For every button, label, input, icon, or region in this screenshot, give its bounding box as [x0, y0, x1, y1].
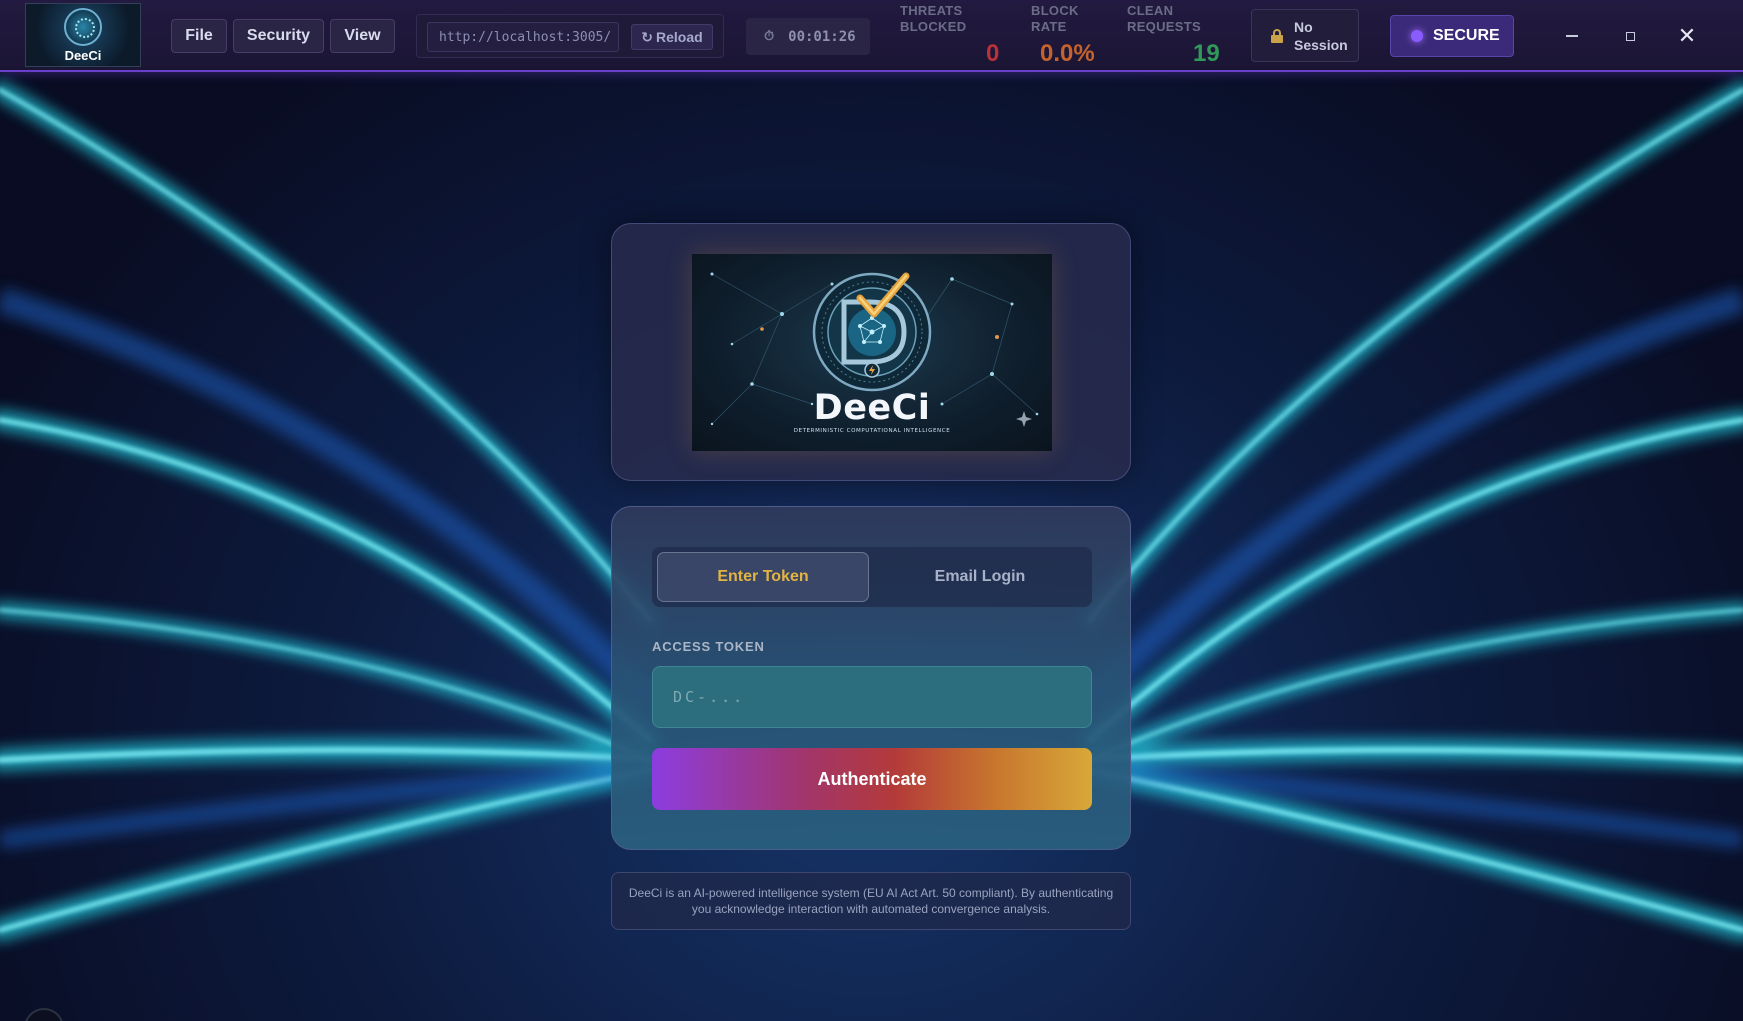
- session-timer: ⏱ 00:01:26: [746, 18, 870, 55]
- secure-label: SECURE: [1433, 27, 1500, 44]
- threats-blocked-label: THREATS BLOCKED: [900, 3, 967, 34]
- reload-icon: ↻: [641, 28, 654, 45]
- block-rate-value: 0.0%: [1040, 40, 1095, 67]
- minimize-button[interactable]: [1558, 22, 1586, 50]
- close-icon: ✕: [1677, 23, 1697, 48]
- minimize-icon: [1566, 35, 1578, 37]
- hero-logo-image: DeeCi DETERMINISTIC COMPUTATIONAL INTELL…: [692, 254, 1052, 451]
- login-method-tabs: Enter Token Email Login: [652, 547, 1092, 607]
- access-token-label: ACCESS TOKEN: [652, 639, 765, 654]
- maximize-icon: [1625, 31, 1635, 41]
- logo-card: DeeCi DETERMINISTIC COMPUTATIONAL INTELL…: [611, 223, 1131, 481]
- menu-file-button[interactable]: File: [171, 19, 227, 53]
- menu-view-button[interactable]: View: [330, 19, 395, 53]
- block-rate-label: BLOCK RATE: [1031, 3, 1079, 34]
- clean-requests-value: 19: [1193, 40, 1220, 67]
- reload-button[interactable]: ↻ Reload: [631, 24, 713, 50]
- threats-blocked-value: 0: [986, 40, 1000, 67]
- ai-disclaimer: DeeCi is an AI-powered intelligence syst…: [611, 872, 1131, 930]
- session-status[interactable]: No Session: [1251, 9, 1359, 62]
- tab-enter-token[interactable]: Enter Token: [657, 552, 869, 602]
- clean-requests-label: CLEAN REQUESTS: [1127, 3, 1201, 34]
- app-logo[interactable]: DeeCi: [25, 3, 141, 67]
- maximize-button[interactable]: [1616, 22, 1644, 50]
- address-bar: http://localhost:3005/ ↻ Reload: [416, 14, 724, 58]
- session-text: No Session: [1294, 18, 1348, 53]
- reload-label: Reload: [656, 29, 703, 45]
- hero-name: DeeCi: [813, 388, 931, 428]
- login-card: Enter Token Email Login ACCESS TOKEN Aut…: [611, 506, 1131, 850]
- app-logo-text: DeeCi: [64, 47, 102, 63]
- close-button[interactable]: ✕: [1673, 22, 1701, 50]
- menu-security-button[interactable]: Security: [233, 19, 324, 53]
- secure-status-badge[interactable]: SECURE: [1390, 15, 1514, 57]
- tab-email-login[interactable]: Email Login: [874, 552, 1086, 602]
- access-token-input[interactable]: [652, 666, 1092, 728]
- hero-tagline: DETERMINISTIC COMPUTATIONAL INTELLIGENCE: [793, 428, 951, 434]
- timer-icon: ⏱: [764, 29, 775, 44]
- timer-value: 00:01:26: [788, 28, 856, 45]
- secure-dot-icon: [1411, 30, 1423, 42]
- lock-icon: [1271, 28, 1283, 43]
- url-field[interactable]: http://localhost:3005/: [427, 22, 619, 52]
- logo-emblem-icon: [64, 7, 102, 46]
- authenticate-button[interactable]: Authenticate: [652, 748, 1092, 810]
- title-bar: DeeCi File Security View http://localhos…: [0, 0, 1743, 72]
